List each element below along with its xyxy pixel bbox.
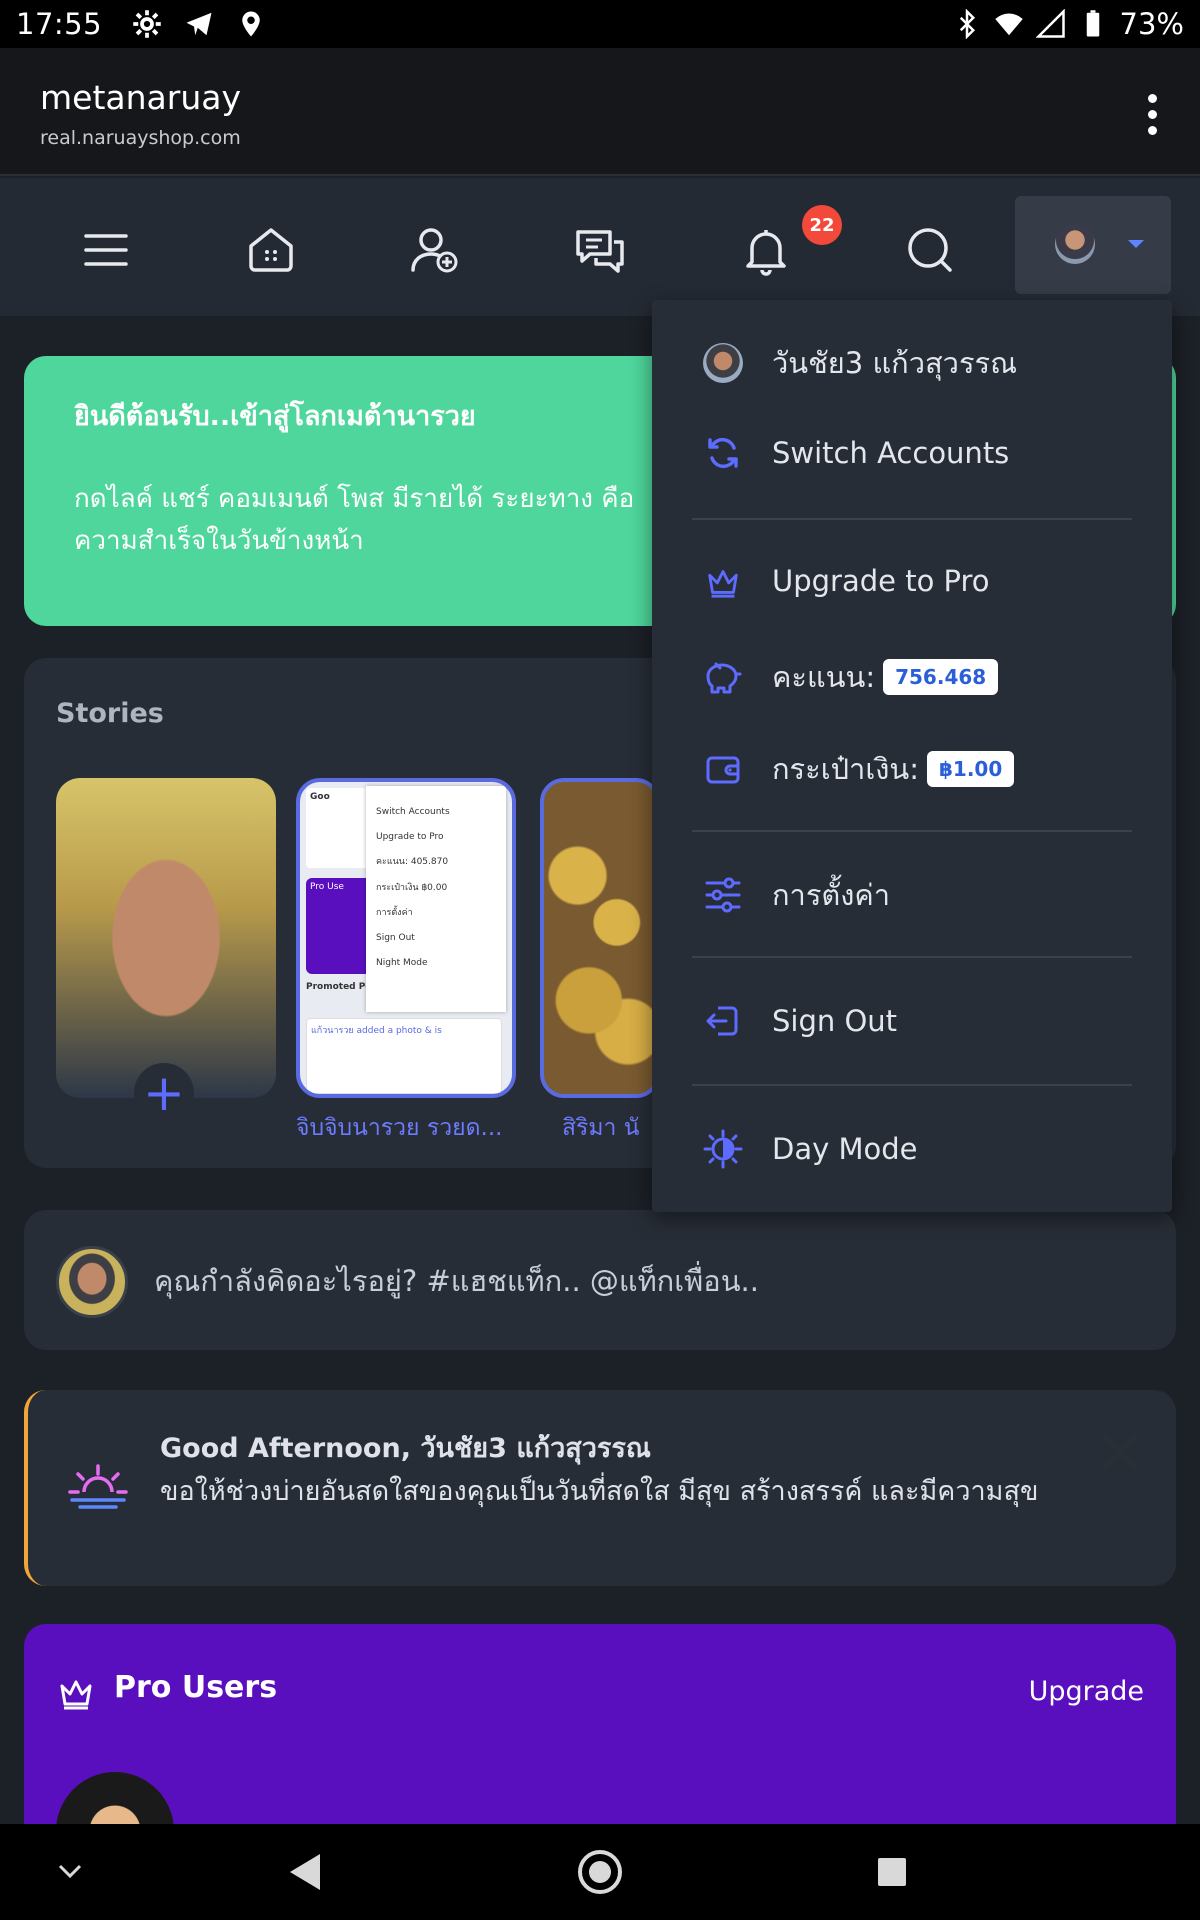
story-card[interactable] <box>540 778 660 1098</box>
story-mini-menu: Switch Accounts Upgrade to Pro คะแนน: 40… <box>366 786 506 1012</box>
upgrade-link[interactable]: Upgrade <box>1029 1676 1144 1707</box>
more-options-button[interactable] <box>1148 94 1158 135</box>
sign-out-item[interactable]: Sign Out <box>702 1000 897 1042</box>
wallet-label: กระเป๋าเงิน: <box>772 752 919 786</box>
site-title: metanaruay <box>40 78 241 117</box>
bluetooth-icon <box>959 9 975 39</box>
divider <box>692 830 1132 832</box>
home-button[interactable] <box>578 1850 622 1894</box>
day-mode-label: Day Mode <box>772 1132 918 1166</box>
signal-icon <box>1035 9 1065 38</box>
avatar <box>703 343 743 383</box>
notification-badge: 22 <box>802 205 842 245</box>
back-button[interactable] <box>290 1854 320 1890</box>
stories-title: Stories <box>56 698 164 729</box>
pro-users-title: Pro Users <box>114 1670 278 1705</box>
wallet-item[interactable]: กระเป๋าเงิน: ฿1.00 <box>702 746 1015 792</box>
greeting-title: Good Afternoon, วันชัย3 แก้วสุวรรณ <box>160 1433 651 1464</box>
avatar <box>1055 224 1095 264</box>
battery-percent: 73% <box>1119 7 1184 41</box>
switch-accounts-label: Switch Accounts <box>772 436 1010 470</box>
system-navigation-bar <box>0 1824 1200 1920</box>
story-name[interactable]: จิบจิบนารวย รวยด... <box>296 1110 522 1146</box>
add-user-icon[interactable] <box>407 222 463 278</box>
story-mini-promoted: Promoted Po <box>306 982 372 992</box>
create-story-card[interactable] <box>56 778 276 1098</box>
avatar <box>56 1246 128 1318</box>
search-icon[interactable] <box>902 222 958 278</box>
site-url[interactable]: real.naruayshop.com <box>40 127 1160 149</box>
menu-icon[interactable] <box>78 222 134 278</box>
bell-icon[interactable] <box>738 222 794 278</box>
chat-icon[interactable] <box>572 222 628 278</box>
recent-apps-button[interactable] <box>878 1858 906 1886</box>
welcome-body: กดไลค์ แชร์ คอมเมนต์ โพส มีรายได้ ระยะทา… <box>74 484 635 556</box>
wallet-icon <box>706 756 740 784</box>
wifi-icon <box>994 13 1023 36</box>
crown-icon <box>60 1680 92 1710</box>
sign-out-icon <box>706 1006 738 1036</box>
settings-label: การตั้งค่า <box>772 878 891 912</box>
story-mini-post: แก้วนารวย added a photo & is <box>306 1018 502 1094</box>
upgrade-pro-label: Upgrade to Pro <box>772 564 990 598</box>
wallet-badge: ฿1.00 <box>926 751 1015 787</box>
close-icon[interactable] <box>1100 1432 1140 1472</box>
crown-icon <box>708 570 738 598</box>
greeting-message: ขอให้ช่วงบ่ายอันสดใสของคุณเป็นวันที่สดใส… <box>160 1476 1039 1507</box>
day-mode-item[interactable]: Day Mode <box>702 1128 918 1170</box>
sunset-icon <box>68 1464 128 1509</box>
browser-bar: metanaruay real.naruayshop.com <box>0 48 1200 176</box>
points-badge: 756.468 <box>883 659 999 695</box>
profile-dropdown: วันชัย3 แก้วสุวรรณ Switch Accounts Upgra… <box>652 300 1172 1212</box>
points-label: คะแนน: <box>772 660 876 694</box>
story-card[interactable]: Goo Pro Use Promoted Po แก้วนารวย added … <box>296 778 516 1098</box>
post-composer[interactable]: คุณกำลังคิดอะไรอยู่? #แฮชแท็ก.. @แท็กเพื… <box>24 1210 1176 1350</box>
settings-icon <box>133 10 161 38</box>
sync-icon <box>708 437 738 469</box>
chevron-down-icon[interactable] <box>56 1858 84 1886</box>
add-story-button[interactable]: + <box>134 1063 194 1123</box>
dropdown-user-name: วันชัย3 แก้วสุวรรณ <box>772 346 1018 380</box>
settings-item[interactable]: การตั้งค่า <box>702 872 890 918</box>
home-icon[interactable] <box>243 222 299 278</box>
status-time: 17:55 <box>16 7 103 41</box>
chevron-down-icon <box>1128 240 1144 248</box>
divider <box>692 1084 1132 1086</box>
profile-menu-button[interactable] <box>1015 196 1171 294</box>
divider <box>692 956 1132 958</box>
points-item[interactable]: คะแนน: 756.468 <box>702 654 999 700</box>
sliders-icon <box>705 877 741 913</box>
story-preview: Goo Pro Use Promoted Po แก้วนารวย added … <box>300 782 512 1094</box>
switch-accounts-item[interactable]: Switch Accounts <box>702 432 1009 474</box>
battery-icon <box>1086 10 1099 37</box>
location-icon <box>242 11 260 37</box>
day-mode-icon <box>703 1129 743 1169</box>
sign-out-label: Sign Out <box>772 1004 898 1038</box>
telegram-icon <box>186 12 212 36</box>
piggy-bank-icon <box>706 662 742 694</box>
divider <box>692 518 1132 520</box>
dropdown-user[interactable]: วันชัย3 แก้วสุวรรณ <box>702 340 1017 386</box>
story-name[interactable]: สิริมา นั <box>562 1110 662 1146</box>
composer-placeholder[interactable]: คุณกำลังคิดอะไรอยู่? #แฮชแท็ก.. @แท็กเพื… <box>154 1258 759 1304</box>
greeting-card: Good Afternoon, วันชัย3 แก้วสุวรรณ ขอให้… <box>24 1390 1176 1586</box>
status-bar: 17:55 73% <box>0 0 1200 48</box>
upgrade-pro-item[interactable]: Upgrade to Pro <box>702 560 990 602</box>
